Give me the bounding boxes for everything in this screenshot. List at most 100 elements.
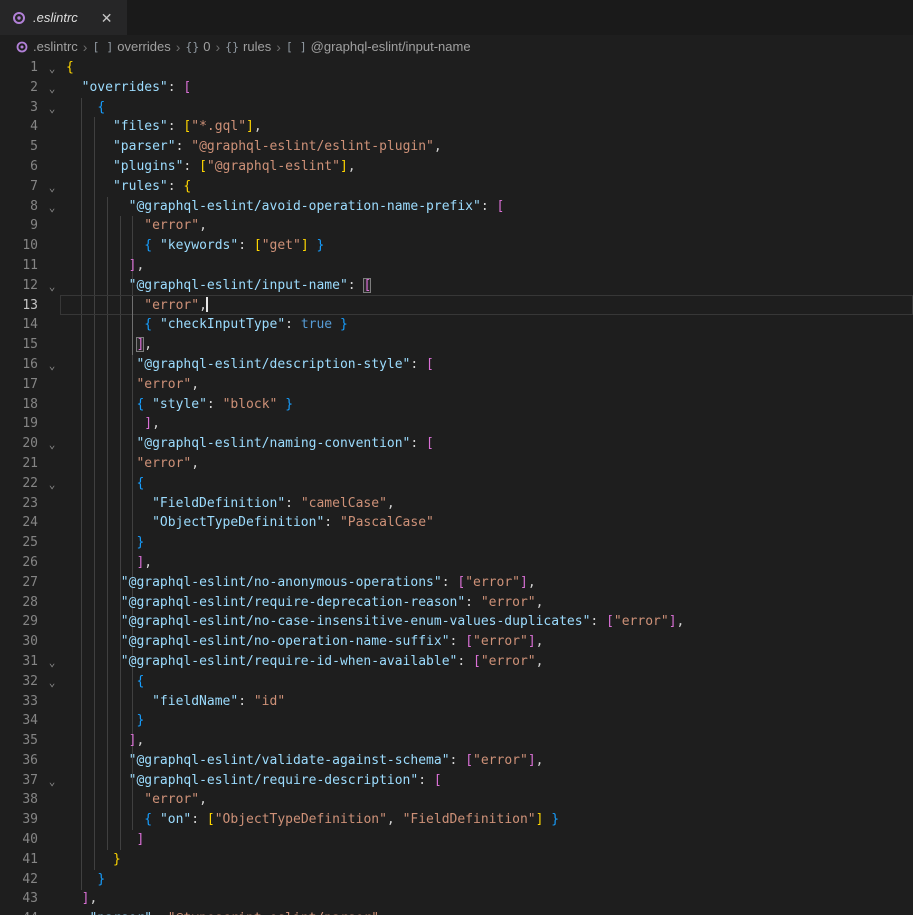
code-line-43[interactable]: 43 ], [0,889,913,909]
fold-chevron-icon[interactable]: ⌄ [38,652,66,672]
matched-bracket: [ [363,278,371,293]
code-line-6[interactable]: 6 "plugins": ["@graphql-eslint"], [0,157,913,177]
code-line-38[interactable]: 38 "error", [0,790,913,810]
code-line-32[interactable]: 32⌄ { [0,672,913,692]
code-line-16[interactable]: 16⌄ "@graphql-eslint/description-style":… [0,355,913,375]
code-line-20[interactable]: 20⌄ "@graphql-eslint/naming-convention":… [0,434,913,454]
code-line-18[interactable]: 18 { "style": "block" } [0,395,913,415]
eslint-icon [16,40,29,53]
code-line-7[interactable]: 7⌄ "rules": { [0,177,913,197]
code-line-1[interactable]: 1⌄{ [0,58,913,78]
code-line-3[interactable]: 3⌄ { [0,98,913,118]
token: : [450,634,466,649]
token: , [536,595,544,610]
fold-chevron-icon[interactable]: ⌄ [38,98,66,118]
code-line-41[interactable]: 41 } [0,850,913,870]
code-line-19[interactable]: 19 ], [0,414,913,434]
code-line-39[interactable]: 39 { "on": ["ObjectTypeDefinition", "Fie… [0,810,913,830]
token: [ [254,238,262,253]
code-line-21[interactable]: 21 "error", [0,454,913,474]
breadcrumb-item-0[interactable]: {}0 [185,39,210,54]
fold-chevron-icon[interactable]: ⌄ [38,771,66,791]
line-number: 30 [0,632,38,652]
code-line-36[interactable]: 36 "@graphql-eslint/validate-against-sch… [0,751,913,771]
code-line-34[interactable]: 34 } [0,711,913,731]
code-line-22[interactable]: 22⌄ { [0,474,913,494]
breadcrumb-item--graphql-eslint-input-name[interactable]: [ ]@graphql-eslint/input-name [286,39,471,54]
code-line-17[interactable]: 17 "error", [0,375,913,395]
fold-chevron-icon[interactable]: ⌄ [38,78,66,98]
object-symbol-icon: {} [185,40,199,54]
breadcrumb-item-file[interactable]: .eslintrc [33,39,78,54]
line-number: 41 [0,850,38,870]
token: "parser" [89,911,152,915]
fold-chevron-icon[interactable]: ⌄ [38,672,66,692]
code-line-37[interactable]: 37⌄ "@graphql-eslint/require-description… [0,771,913,791]
token: : [285,317,301,332]
token: "@typescript-eslint/parser" [168,911,379,915]
code-line-2[interactable]: 2⌄ "overrides": [ [0,78,913,98]
code-line-15[interactable]: 15 ], [0,335,913,355]
close-icon[interactable]: ✕ [97,9,117,27]
token: , [387,812,403,827]
code-line-42[interactable]: 42 } [0,870,913,890]
breadcrumb-item-overrides[interactable]: [ ]overrides [92,39,170,54]
code-line-8[interactable]: 8⌄ "@graphql-eslint/avoid-operation-name… [0,197,913,217]
code-text: "files": ["*.gql"], [66,117,913,137]
tab-eslintrc[interactable]: .eslintrc ✕ [0,0,127,35]
breadcrumb-item-rules[interactable]: {}rules [225,39,271,54]
code-line-14[interactable]: 14 { "checkInputType": true } [0,315,913,335]
code-line-33[interactable]: 33 "fieldName": "id" [0,692,913,712]
code-text: ], [66,731,913,751]
code-line-13[interactable]: 13 "error", [0,296,913,316]
code-text: { [66,672,913,692]
token: : [168,119,184,134]
fold-chevron-icon[interactable]: ⌄ [38,474,66,494]
token: "get" [262,238,301,253]
fold-chevron-icon[interactable]: ⌄ [38,177,66,197]
code-line-5[interactable]: 5 "parser": "@graphql-eslint/eslint-plug… [0,137,913,157]
code-line-27[interactable]: 27 "@graphql-eslint/no-anonymous-operati… [0,573,913,593]
fold-spacer [38,790,66,810]
fold-chevron-icon[interactable]: ⌄ [38,58,66,78]
fold-chevron-icon[interactable]: ⌄ [38,197,66,217]
line-number: 42 [0,870,38,890]
code-line-9[interactable]: 9 "error", [0,216,913,236]
code-line-40[interactable]: 40 ] [0,830,913,850]
token: ] [340,159,348,174]
line-number: 7 [0,177,38,197]
fold-spacer [38,494,66,514]
code-line-12[interactable]: 12⌄ "@graphql-eslint/input-name": [ [0,276,913,296]
code-line-44[interactable]: 44 "parser": "@typescript-eslint/parser" [0,909,913,915]
token: , [152,416,160,431]
fold-spacer [38,157,66,177]
fold-chevron-icon[interactable]: ⌄ [38,355,66,375]
code-line-10[interactable]: 10 { "keywords": ["get"] } [0,236,913,256]
code-line-25[interactable]: 25 } [0,533,913,553]
fold-spacer [38,692,66,712]
code-line-26[interactable]: 26 ], [0,553,913,573]
code-line-4[interactable]: 4 "files": ["*.gql"], [0,117,913,137]
code-text: "@graphql-eslint/naming-convention": [ [66,434,913,454]
code-line-35[interactable]: 35 ], [0,731,913,751]
fold-chevron-icon[interactable]: ⌄ [38,434,66,454]
token [66,614,121,629]
fold-spacer [38,335,66,355]
code-line-24[interactable]: 24 "ObjectTypeDefinition": "PascalCase" [0,513,913,533]
fold-chevron-icon[interactable]: ⌄ [38,276,66,296]
token: , [254,119,262,134]
code-line-31[interactable]: 31⌄ "@graphql-eslint/require-id-when-ava… [0,652,913,672]
code-line-28[interactable]: 28 "@graphql-eslint/require-deprecation-… [0,593,913,613]
code-line-29[interactable]: 29 "@graphql-eslint/no-case-insensitive-… [0,612,913,632]
token [66,278,129,293]
code-line-30[interactable]: 30 "@graphql-eslint/no-operation-name-su… [0,632,913,652]
token: ] [246,119,254,134]
code-editor[interactable]: 1⌄{2⌄ "overrides": [3⌄ {4 "files": ["*.g… [0,58,913,915]
breadcrumb-separator: › [82,39,89,55]
fold-spacer [38,751,66,771]
line-number: 3 [0,98,38,118]
code-line-11[interactable]: 11 ], [0,256,913,276]
token: { [144,238,152,253]
code-line-23[interactable]: 23 "FieldDefinition": "camelCase", [0,494,913,514]
code-text: "overrides": [ [66,78,913,98]
